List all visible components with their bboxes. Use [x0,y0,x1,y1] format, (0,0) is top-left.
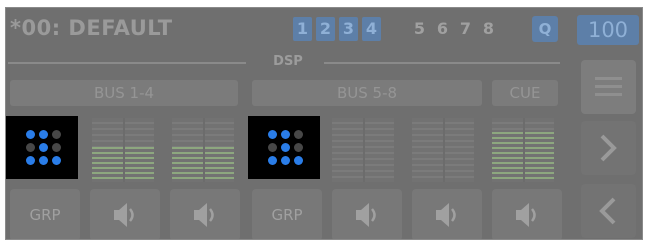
speaker-icon [114,203,134,227]
grid-dot [268,130,277,139]
tab-bus-1-4[interactable]: BUS 1-4 [10,80,238,106]
meter-divider [523,118,525,182]
level-meter [412,118,474,182]
chevron-right-icon [600,134,617,162]
grid-dot [26,156,35,165]
chevron-left-icon [599,197,616,225]
tab-cue[interactable]: CUE [492,80,558,106]
speaker-icon [516,203,536,227]
dsp-section-label: DSP [273,54,303,69]
mixer-panel: *00: DEFAULT 1 2 3 4 5 6 7 8 Q 100 DSP B… [5,7,643,240]
hamburger-menu-icon [595,77,622,80]
divider-left [8,62,246,64]
meter-divider [203,118,205,182]
level-meter-cue [492,118,554,182]
menu-button[interactable] [581,60,636,114]
bank-button-8[interactable]: 8 [479,17,498,41]
grid-dot [26,130,35,139]
level-display[interactable]: 100 [577,15,639,45]
speaker-button-4[interactable] [412,189,482,239]
grid-dot [281,130,290,139]
next-button[interactable] [581,121,636,175]
grid-dot [39,156,48,165]
grid-dot [268,156,277,165]
grid-dot [52,130,61,139]
meter-divider [123,118,125,182]
speaker-button-3[interactable] [332,189,402,239]
speaker-icon [356,203,376,227]
grid-dot [39,130,48,139]
bank-button-7[interactable]: 7 [456,17,475,41]
bank-button-6[interactable]: 6 [433,17,452,41]
grid-dot [52,143,61,152]
speaker-button-cue[interactable] [492,189,562,239]
meter-divider [363,118,365,182]
divider-right [324,62,560,64]
grid-dot [281,143,290,152]
level-meter [332,118,394,182]
bank-button-5[interactable]: 5 [410,17,429,41]
scene-title[interactable]: *00: DEFAULT [10,16,173,40]
grid-dot [268,143,277,152]
grp-button-2[interactable]: GRP [252,189,322,239]
tab-bus-5-8[interactable]: BUS 5-8 [252,80,482,106]
grid-dot [281,156,290,165]
grid-dot [26,143,35,152]
hamburger-menu-icon [595,85,622,88]
grid-dot [294,130,303,139]
level-meter [172,118,234,182]
speaker-icon [194,203,214,227]
bank-button-1[interactable]: 1 [293,17,312,41]
bank-button-2[interactable]: 2 [316,17,335,41]
q-button[interactable]: Q [532,16,558,42]
dot-grid-button-1[interactable] [6,116,78,179]
grid-dot [39,143,48,152]
dot-grid-button-2[interactable] [248,116,320,179]
level-meter [92,118,154,182]
hamburger-menu-icon [595,93,622,96]
bank-button-4[interactable]: 4 [362,17,381,41]
grp-button-1[interactable]: GRP [10,189,80,239]
speaker-button-1[interactable] [90,189,160,239]
speaker-icon [436,203,456,227]
meter-divider [443,118,445,182]
grid-dot [294,156,303,165]
bank-button-3[interactable]: 3 [339,17,358,41]
grid-dot [52,156,61,165]
speaker-button-2[interactable] [170,189,240,239]
prev-button[interactable] [581,184,636,238]
grid-dot [294,143,303,152]
